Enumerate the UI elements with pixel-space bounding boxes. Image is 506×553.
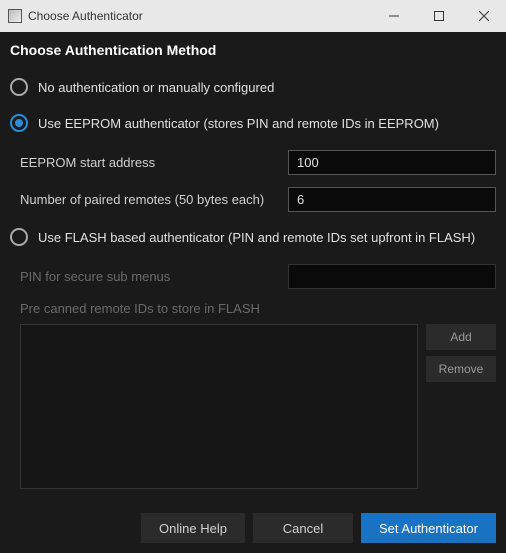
radio-icon <box>10 228 28 246</box>
radio-label: Use FLASH based authenticator (PIN and r… <box>38 230 475 245</box>
field-label: Number of paired remotes (50 bytes each) <box>20 192 288 207</box>
radio-option-eeprom[interactable]: Use EEPROM authenticator (stores PIN and… <box>10 114 496 132</box>
window-controls <box>371 0 506 32</box>
field-label: EEPROM start address <box>20 155 288 170</box>
eeprom-start-address-input[interactable] <box>288 150 496 175</box>
minimize-icon <box>389 11 399 21</box>
add-button: Add <box>426 324 496 350</box>
radio-option-none[interactable]: No authentication or manually configured <box>10 78 496 96</box>
radio-label: No authentication or manually configured <box>38 80 274 95</box>
field-label: PIN for secure sub menus <box>20 269 288 284</box>
maximize-icon <box>434 11 444 21</box>
flash-list-label-row: Pre canned remote IDs to store in FLASH <box>20 301 496 316</box>
close-button[interactable] <box>461 0 506 32</box>
dialog-content: Choose Authentication Method No authenti… <box>0 32 506 489</box>
close-icon <box>479 11 489 21</box>
online-help-button[interactable]: Online Help <box>141 513 245 543</box>
flash-section: PIN for secure sub menus Pre canned remo… <box>10 264 496 489</box>
window-title: Choose Authenticator <box>28 9 143 23</box>
cancel-button[interactable]: Cancel <box>253 513 353 543</box>
minimize-button[interactable] <box>371 0 416 32</box>
radio-label: Use EEPROM authenticator (stores PIN and… <box>38 116 439 131</box>
radio-icon <box>10 78 28 96</box>
maximize-button[interactable] <box>416 0 461 32</box>
titlebar: Choose Authenticator <box>0 0 506 32</box>
eeprom-num-remotes-input[interactable] <box>288 187 496 212</box>
dialog-buttons: Online Help Cancel Set Authenticator <box>141 513 496 543</box>
remote-ids-listbox <box>20 324 418 489</box>
app-icon <box>8 9 22 23</box>
flash-pin-input <box>288 264 496 289</box>
radio-option-flash[interactable]: Use FLASH based authenticator (PIN and r… <box>10 228 496 246</box>
remove-button: Remove <box>426 356 496 382</box>
page-title: Choose Authentication Method <box>10 42 496 58</box>
eeprom-start-address-row: EEPROM start address <box>20 150 496 175</box>
flash-pin-row: PIN for secure sub menus <box>20 264 496 289</box>
flash-list-row: Add Remove <box>20 324 496 489</box>
list-buttons: Add Remove <box>426 324 496 489</box>
field-label: Pre canned remote IDs to store in FLASH <box>20 301 260 316</box>
set-authenticator-button[interactable]: Set Authenticator <box>361 513 496 543</box>
eeprom-num-remotes-row: Number of paired remotes (50 bytes each) <box>20 187 496 212</box>
radio-icon <box>10 114 28 132</box>
